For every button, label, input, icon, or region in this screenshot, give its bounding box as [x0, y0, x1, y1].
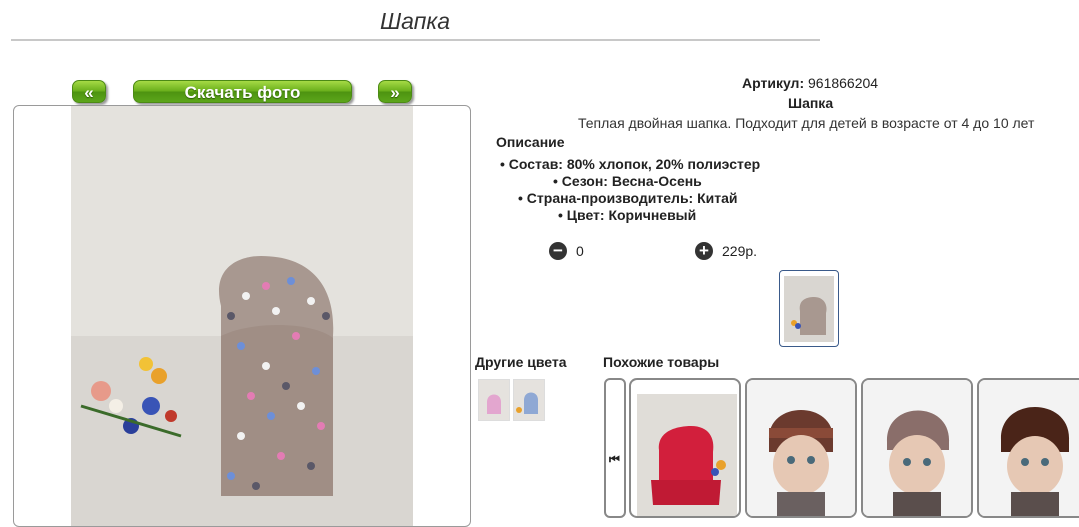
- similar-products-heading: Похожие товары: [603, 354, 720, 370]
- quantity-value: 0: [576, 243, 584, 259]
- other-colors-heading: Другие цвета: [475, 354, 567, 370]
- spec-item-composition: Состав: 80% хлопок, 20% полиэстер: [500, 156, 760, 172]
- carousel-prev-button[interactable]: ⏮: [604, 378, 626, 518]
- next-photo-button[interactable]: »: [378, 80, 412, 103]
- similar-product-image: [747, 380, 855, 516]
- page-title: Шапка: [380, 8, 451, 34]
- photo-thumbnail[interactable]: [779, 270, 839, 347]
- product-name: Шапка: [788, 95, 834, 111]
- similar-product-image: [637, 394, 737, 516]
- hat-photo-image: [71, 106, 413, 526]
- product-description: Теплая двойная шапка. Подходит для детей…: [578, 115, 1035, 131]
- plus-icon[interactable]: +: [695, 242, 713, 260]
- article-value: 961866204: [808, 75, 879, 91]
- color-option-pink[interactable]: [478, 379, 510, 421]
- similar-product-card[interactable]: [861, 378, 973, 518]
- price-value: 229р.: [722, 243, 758, 259]
- similar-product-card[interactable]: [977, 378, 1079, 518]
- title-divider: [11, 39, 820, 41]
- spec-item-season: Сезон: Весна-Осень: [553, 173, 702, 189]
- similar-product-card[interactable]: [745, 378, 857, 518]
- article-label: Артикул:: [742, 75, 805, 91]
- similar-product-image: [863, 380, 971, 516]
- prev-photo-button[interactable]: «: [72, 80, 106, 103]
- spec-item-color: Цвет: Коричневый: [558, 207, 696, 223]
- similar-product-image: [979, 380, 1079, 516]
- minus-icon[interactable]: −: [549, 242, 567, 260]
- thumbnail-image: [784, 276, 834, 342]
- specs-heading: Описание: [496, 134, 565, 150]
- spec-item-country: Страна-производитель: Китай: [518, 190, 738, 206]
- main-product-photo[interactable]: [13, 105, 471, 527]
- download-photo-button[interactable]: Скачать фото: [133, 80, 352, 103]
- skip-back-icon: ⏮: [609, 452, 620, 466]
- similar-product-card[interactable]: [629, 378, 741, 518]
- article-number: Артикул: 961866204: [742, 75, 878, 91]
- color-option-blue[interactable]: [513, 379, 545, 421]
